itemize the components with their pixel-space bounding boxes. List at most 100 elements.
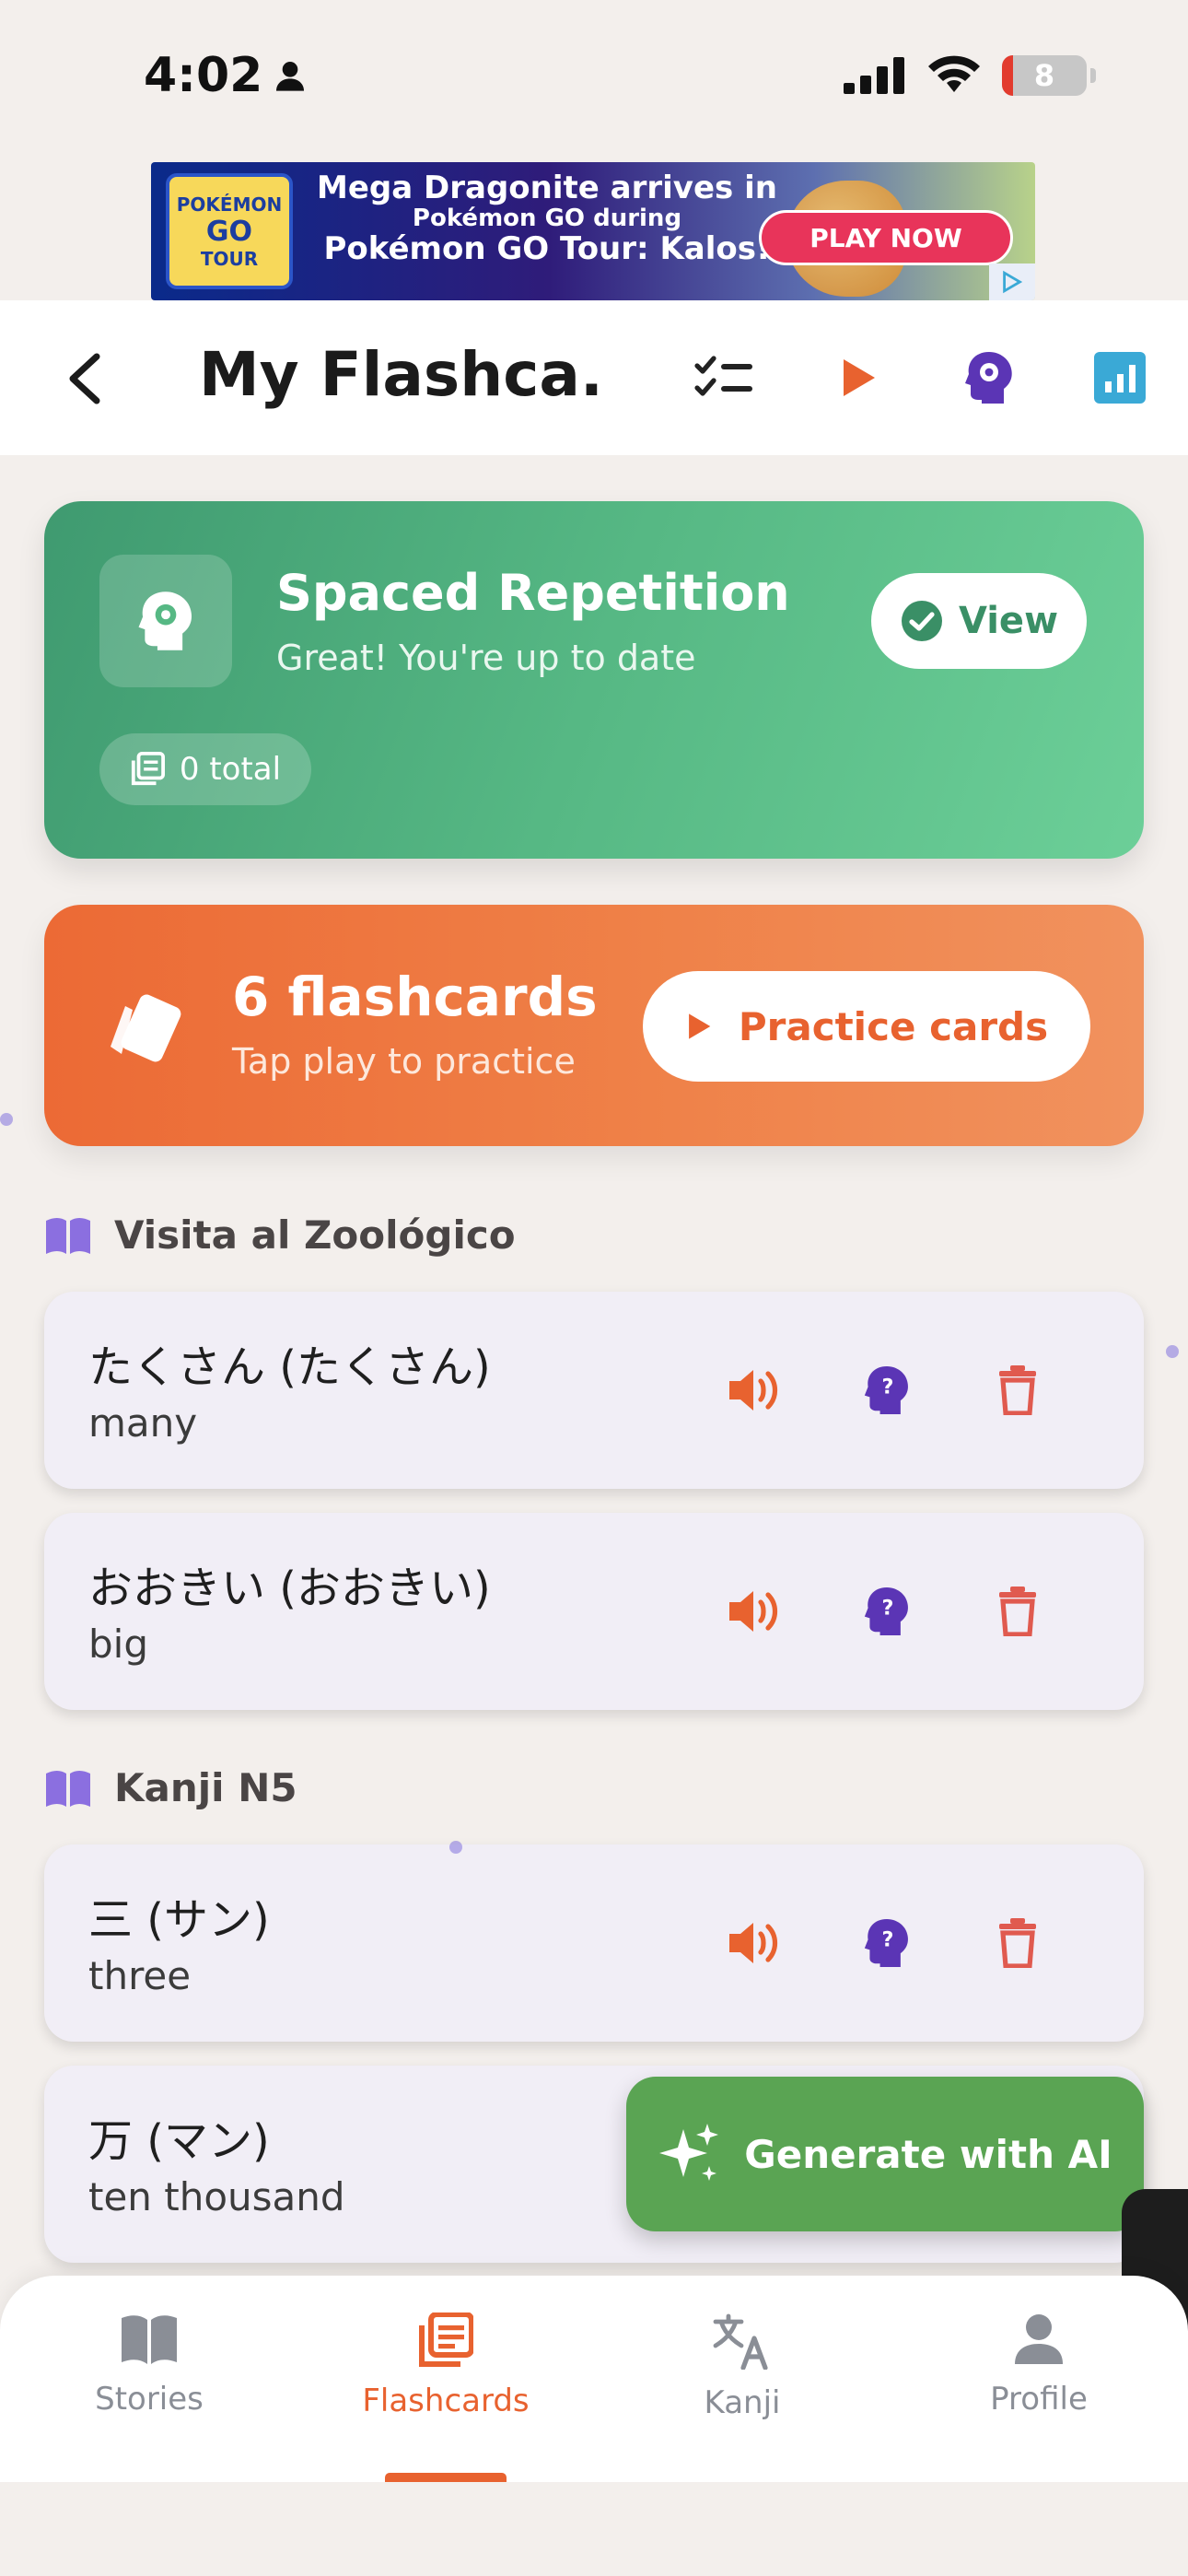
flashcard-meaning: many xyxy=(88,1400,198,1446)
stats-button[interactable] xyxy=(1085,343,1155,413)
ad-line-2: Pokémon GO during xyxy=(412,205,682,233)
flashcard-item[interactable]: たくさん (たくさん) many ? xyxy=(44,1292,1144,1489)
ad-play-now-button[interactable]: PLAY NOW xyxy=(759,210,1013,265)
flashcard-term: 三 (サン) xyxy=(88,1894,270,1946)
status-indicators: 8 xyxy=(844,55,1096,96)
generate-with-ai-button[interactable]: Generate with AI xyxy=(626,2077,1144,2231)
bottom-tab-bar: Stories Flashcards Kanji Profile xyxy=(0,2276,1188,2482)
battery-indicator: 8 xyxy=(1002,55,1096,96)
quiz-button[interactable]: ? xyxy=(845,1570,928,1653)
sparkle-decoration xyxy=(449,1841,462,1854)
ad-logo-text-1: POKÉMON xyxy=(176,193,283,216)
battery-level: 8 xyxy=(1033,58,1055,93)
tab-flashcards[interactable]: Flashcards xyxy=(335,2313,556,2419)
total-count: 0 total xyxy=(179,751,282,788)
tab-label: Kanji xyxy=(704,2384,781,2421)
spaced-repetition-subtitle: Great! You're up to date xyxy=(276,638,696,678)
signal-icon xyxy=(844,57,904,94)
tab-kanji[interactable]: Kanji xyxy=(632,2313,853,2421)
speak-button[interactable] xyxy=(713,1902,796,1985)
checklist-button[interactable] xyxy=(689,343,759,413)
total-badge: 0 total xyxy=(99,733,311,805)
brain-gear-icon xyxy=(965,352,1012,404)
checklist-icon xyxy=(694,356,752,396)
status-bar: 4:02 8 xyxy=(0,0,1188,162)
person-icon xyxy=(1015,2314,1063,2364)
svg-text:?: ? xyxy=(881,1928,893,1952)
cards-stack-icon xyxy=(419,2313,473,2367)
flashcard-item[interactable]: 三 (サン) three ? xyxy=(44,1844,1144,2042)
spaced-repetition-header-button[interactable] xyxy=(954,343,1024,413)
wifi-icon xyxy=(928,55,980,92)
section-header: Visita al Zoológico xyxy=(44,1212,516,1258)
person-status-icon xyxy=(276,62,305,91)
flashcard-meaning: big xyxy=(88,1622,148,1667)
view-button[interactable]: View xyxy=(871,573,1087,669)
home-indicator-area xyxy=(0,2482,1188,2576)
active-tab-indicator xyxy=(385,2473,507,2482)
spaced-repetition-card: Spaced Repetition Great! You're up to da… xyxy=(44,501,1144,859)
practice-cards-button[interactable]: Practice cards xyxy=(643,971,1090,1082)
ad-logo: POKÉMON GO TOUR xyxy=(166,173,293,289)
brain-question-icon: ? xyxy=(864,1919,908,1967)
svg-text:?: ? xyxy=(881,1597,893,1621)
spaced-repetition-title: Spaced Repetition xyxy=(276,564,790,622)
sparkle-decoration xyxy=(0,1113,13,1126)
ad-banner[interactable]: POKÉMON GO TOUR Mega Dragonite arrives i… xyxy=(151,162,1035,300)
speaker-icon xyxy=(729,1370,778,1411)
cards-icon xyxy=(111,994,181,1062)
speak-button[interactable] xyxy=(713,1570,796,1653)
back-button[interactable] xyxy=(52,346,116,411)
quiz-button[interactable]: ? xyxy=(845,1349,928,1432)
flashcards-summary-card: 6 flashcards Tap play to practice Practi… xyxy=(44,905,1144,1146)
brain-question-icon: ? xyxy=(864,1587,908,1635)
status-time: 4:02 xyxy=(144,48,309,103)
ad-line-1: Mega Dragonite arrives in xyxy=(317,170,777,206)
section-title: Kanji N5 xyxy=(114,1765,297,1810)
tab-label: Flashcards xyxy=(362,2383,530,2419)
back-icon xyxy=(69,353,100,404)
generate-with-ai-label: Generate with AI xyxy=(744,2131,1112,2177)
ad-headline: Mega Dragonite arrives in Pokémon GO dur… xyxy=(289,170,805,267)
practice-cards-label: Practice cards xyxy=(738,1003,1049,1049)
stack-icon xyxy=(131,752,165,786)
ad-line-3: Pokémon GO Tour: Kalos! xyxy=(323,229,771,267)
flashcard-term: おおきい (おおきい) xyxy=(88,1563,491,1614)
flashcard-meaning: ten thousand xyxy=(88,2174,345,2219)
speak-button[interactable] xyxy=(713,1349,796,1432)
ad-logo-text-3: TOUR xyxy=(200,247,259,270)
tab-profile[interactable]: Profile xyxy=(928,2313,1149,2418)
open-book-icon xyxy=(46,1217,90,1254)
play-icon xyxy=(844,359,875,396)
brain-gear-icon xyxy=(138,591,192,650)
brain-gear-tile xyxy=(99,555,232,687)
clock-text: 4:02 xyxy=(144,48,263,103)
delete-button[interactable] xyxy=(976,1570,1059,1653)
tab-label: Stories xyxy=(95,2381,204,2418)
play-header-button[interactable] xyxy=(823,343,893,413)
tab-label: Profile xyxy=(990,2381,1088,2418)
svg-text:?: ? xyxy=(881,1376,893,1399)
flashcard-count: 6 flashcards xyxy=(232,966,598,1028)
delete-button[interactable] xyxy=(976,1349,1059,1432)
flashcard-meaning: three xyxy=(88,1953,192,1998)
ad-logo-text-2: GO xyxy=(205,215,253,248)
view-label: View xyxy=(958,600,1059,642)
page-title: My Flashca... xyxy=(199,339,604,410)
brain-question-icon: ? xyxy=(864,1366,908,1414)
speaker-icon xyxy=(729,1923,778,1963)
flashcard-subtitle: Tap play to practice xyxy=(232,1041,576,1082)
tab-stories[interactable]: Stories xyxy=(39,2313,260,2418)
translate-icon xyxy=(713,2313,768,2370)
flashcard-item[interactable]: おおきい (おおきい) big ? xyxy=(44,1513,1144,1710)
open-book-icon xyxy=(46,1770,90,1807)
stats-icon xyxy=(1094,352,1146,404)
sparkles-icon xyxy=(659,2124,719,2181)
speaker-icon xyxy=(729,1591,778,1632)
section-title: Visita al Zoológico xyxy=(114,1212,516,1258)
ad-choices-icon[interactable] xyxy=(989,263,1035,300)
delete-button[interactable] xyxy=(976,1902,1059,1985)
flashcard-term: 万 (マン) xyxy=(88,2115,270,2167)
quiz-button[interactable]: ? xyxy=(845,1902,928,1985)
section-header: Kanji N5 xyxy=(44,1765,297,1810)
